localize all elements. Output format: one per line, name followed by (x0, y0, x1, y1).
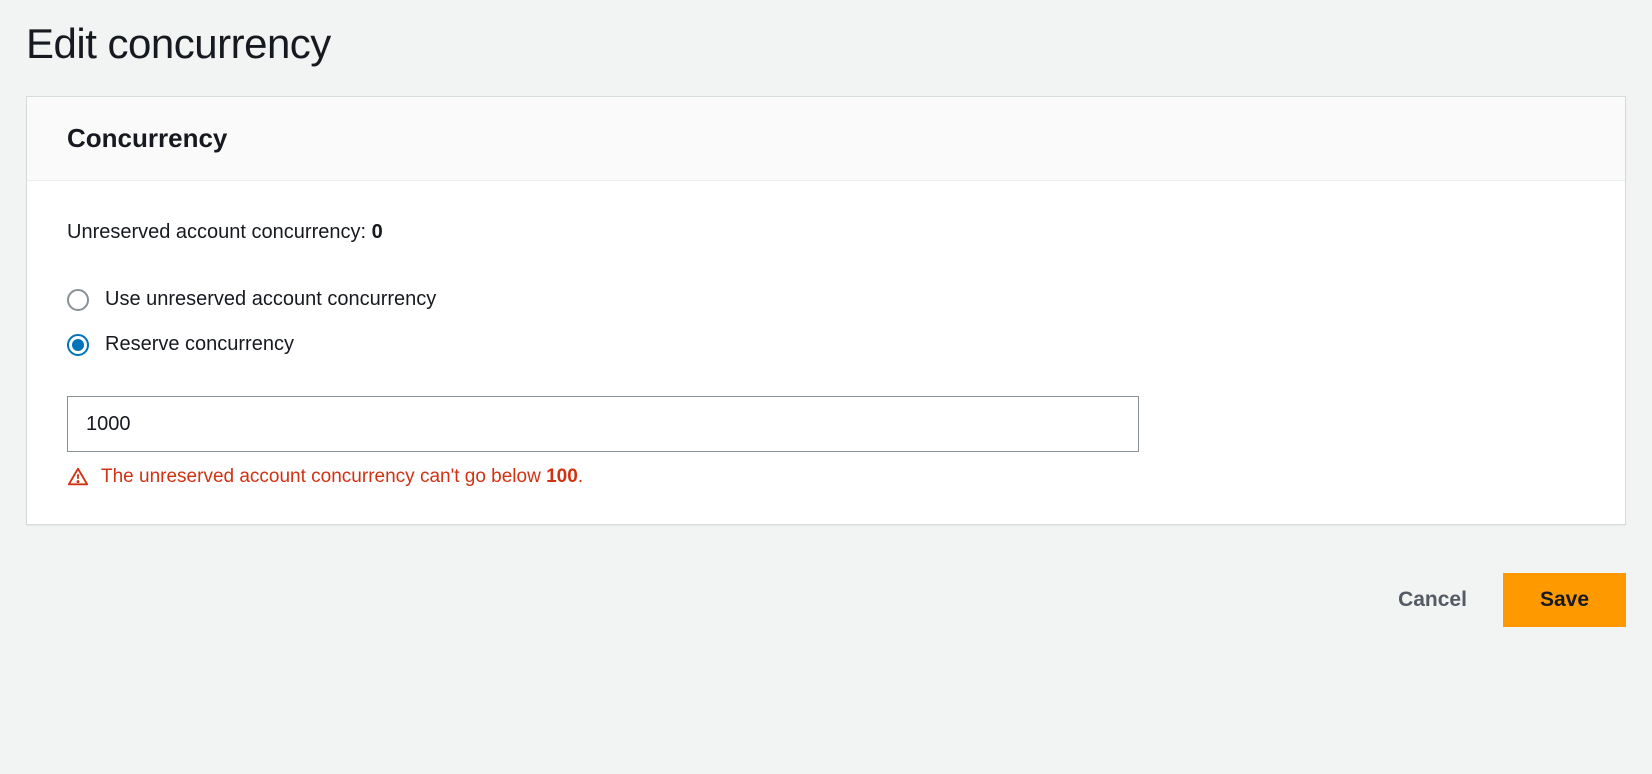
cancel-button[interactable]: Cancel (1390, 578, 1475, 622)
panel-body: Unreserved account concurrency: 0 Use un… (27, 181, 1625, 524)
panel-header: Concurrency (27, 97, 1625, 181)
error-text: The unreserved account concurrency can't… (101, 466, 583, 488)
unreserved-value: 0 (372, 221, 383, 243)
radio-reserve-concurrency[interactable]: Reserve concurrency (67, 333, 1585, 356)
concurrency-panel: Concurrency Unreserved account concurren… (26, 96, 1626, 525)
footer-actions: Cancel Save (26, 573, 1626, 627)
panel-header-title: Concurrency (67, 123, 1585, 154)
error-prefix: The unreserved account concurrency can't… (101, 466, 546, 487)
reserve-concurrency-input[interactable] (67, 396, 1139, 452)
unreserved-label: Unreserved account concurrency: (67, 221, 372, 243)
error-message: The unreserved account concurrency can't… (67, 466, 1585, 488)
error-suffix: . (578, 466, 583, 487)
save-button[interactable]: Save (1503, 573, 1626, 627)
radio-label-use-unreserved: Use unreserved account concurrency (105, 288, 436, 311)
radio-label-reserve: Reserve concurrency (105, 333, 294, 356)
page-title: Edit concurrency (26, 20, 1626, 68)
radio-icon (67, 289, 89, 311)
warning-icon (67, 466, 89, 488)
error-bold: 100 (546, 466, 578, 487)
radio-use-unreserved[interactable]: Use unreserved account concurrency (67, 288, 1585, 311)
radio-icon (67, 334, 89, 356)
unreserved-account-concurrency: Unreserved account concurrency: 0 (67, 221, 1585, 244)
concurrency-radio-group: Use unreserved account concurrency Reser… (67, 288, 1585, 356)
